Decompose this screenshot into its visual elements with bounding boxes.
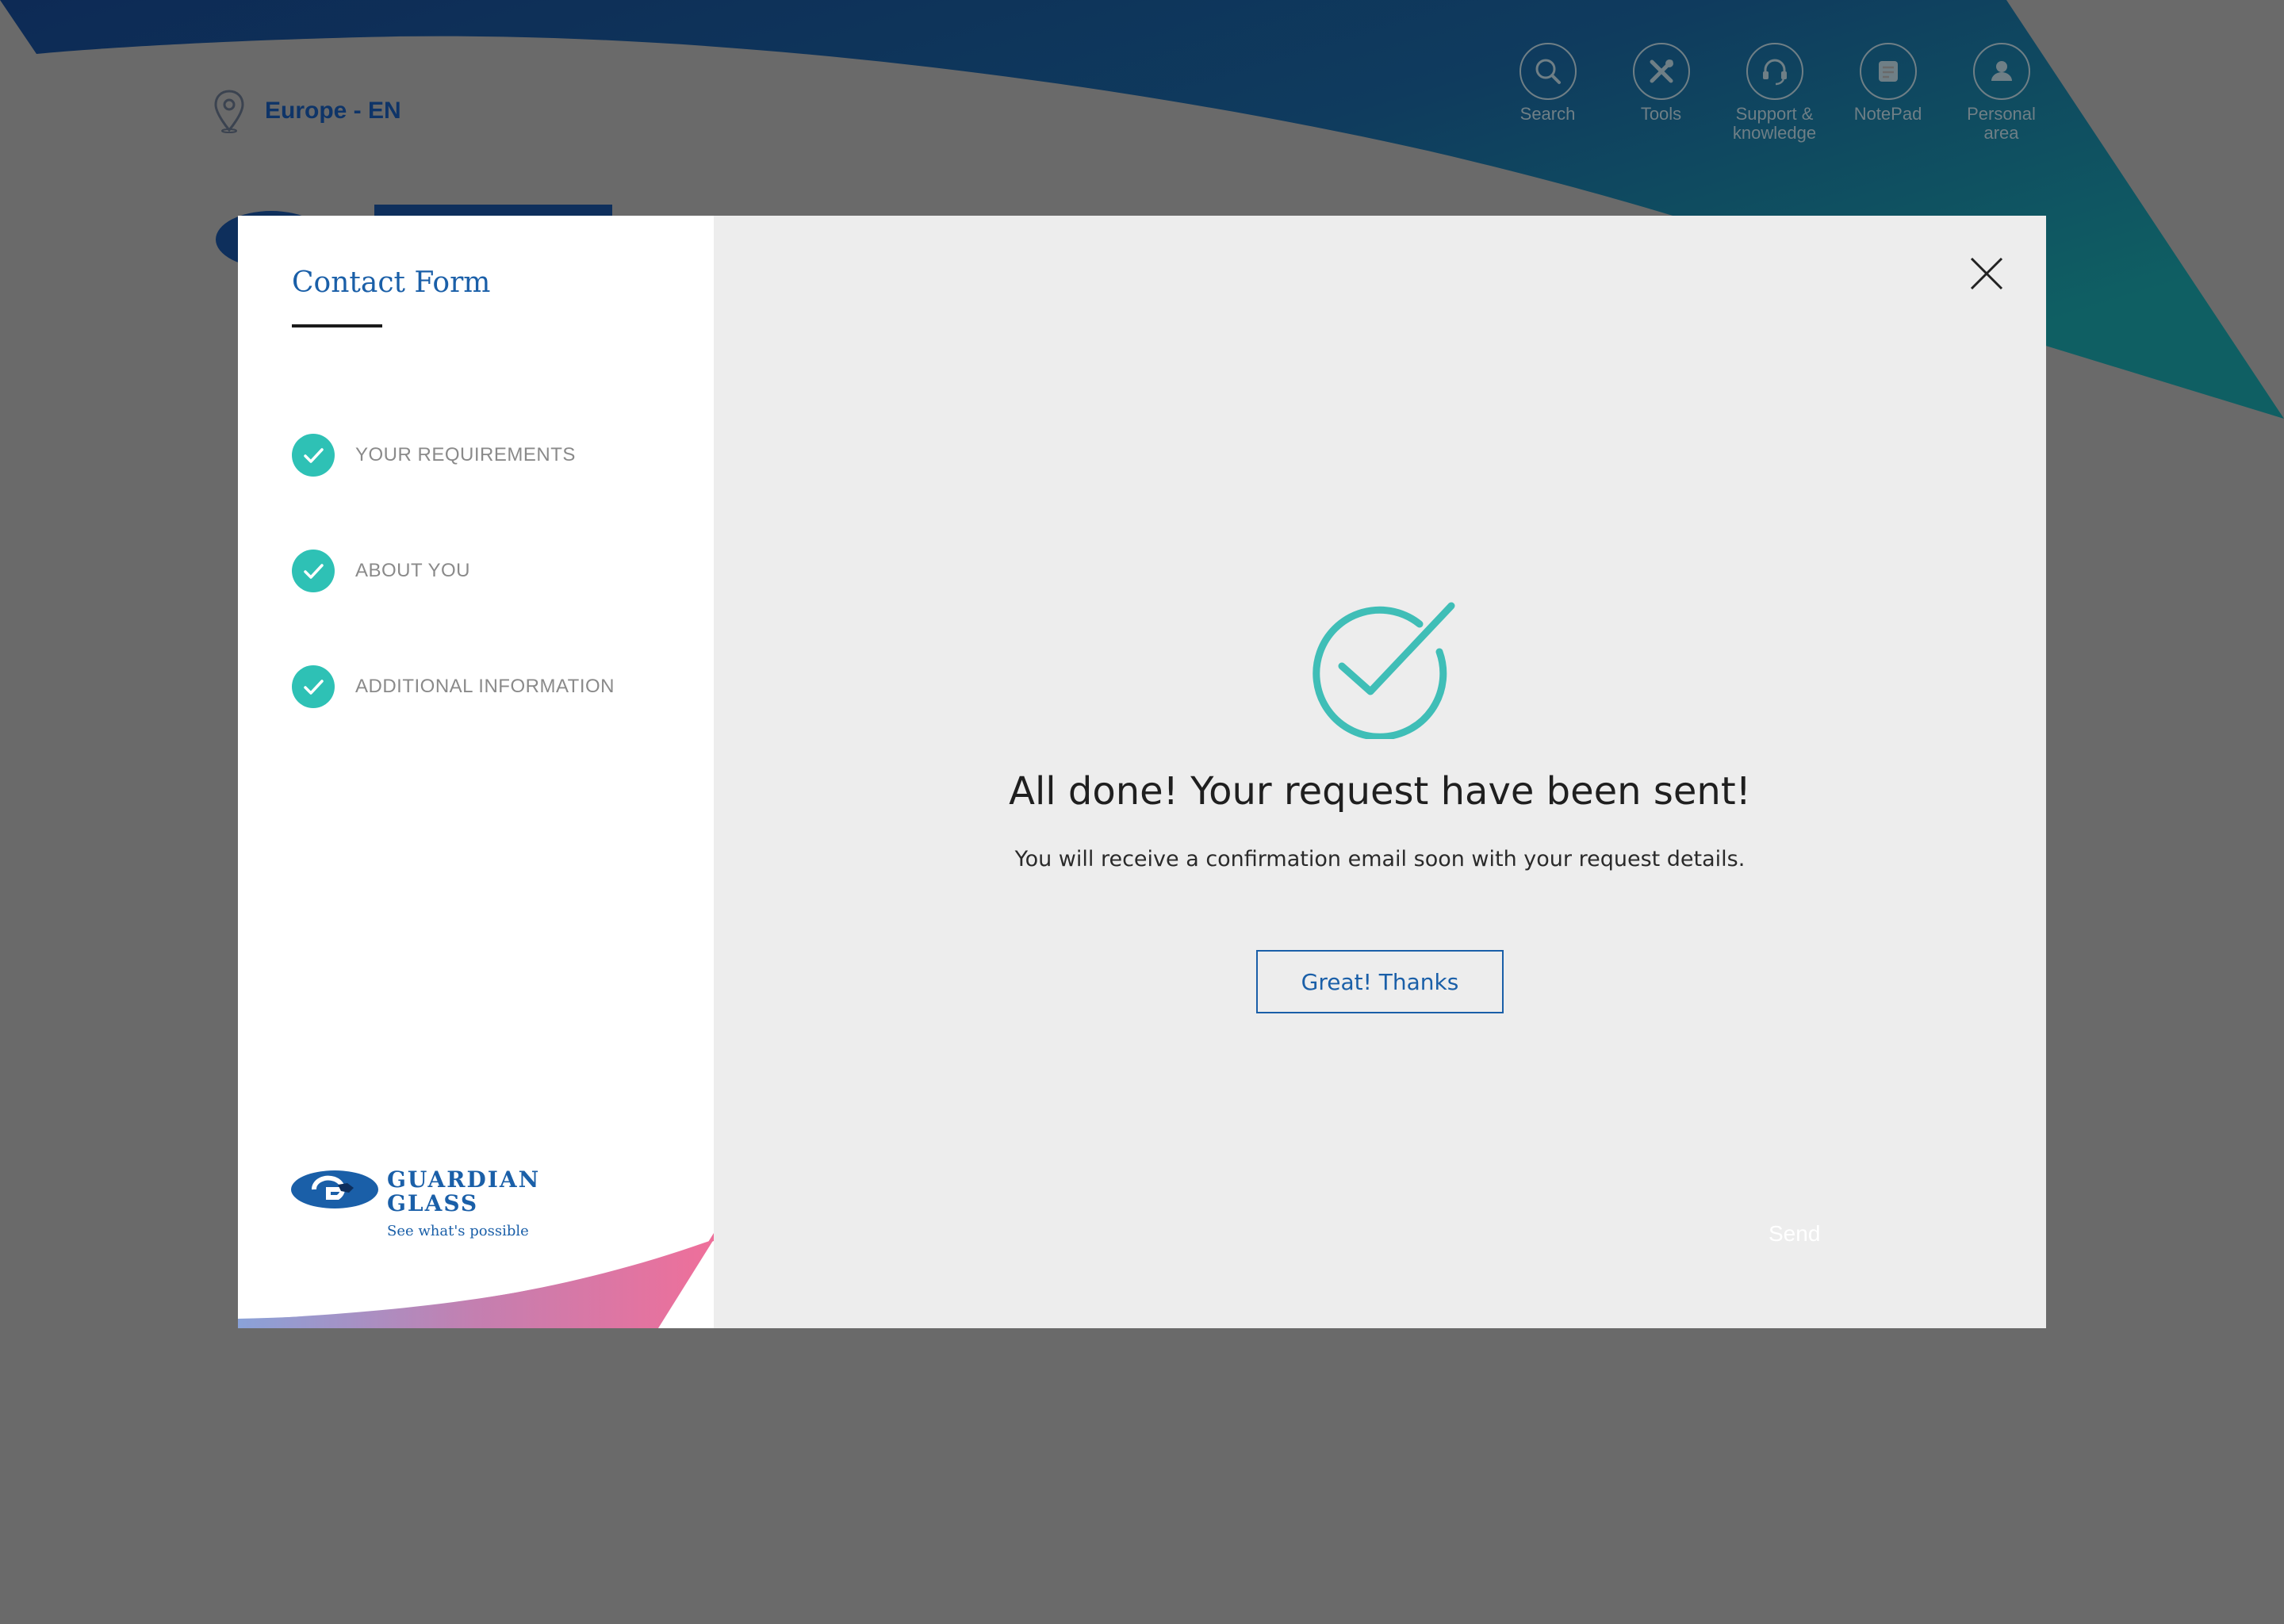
modal-sidebar: Contact Form YOUR REQUIREMENTS ABOUT YOU… bbox=[238, 216, 714, 1328]
decorative-swoosh bbox=[238, 1233, 714, 1328]
nav-personal-area-label: Personal area bbox=[1967, 104, 2036, 143]
notepad-icon bbox=[1878, 61, 1898, 82]
nav-support-label: Support & knowledge bbox=[1732, 104, 1817, 143]
check-circle-icon bbox=[292, 665, 335, 708]
step-label: YOUR REQUIREMENTS bbox=[355, 444, 576, 465]
step-label: ADDITIONAL INFORMATION bbox=[355, 676, 615, 697]
modal-content: All done! Your request have been sent! Y… bbox=[714, 216, 2046, 1328]
check-circle-icon bbox=[292, 550, 335, 592]
title-underline bbox=[292, 324, 382, 327]
success-headline: All done! Your request have been sent! bbox=[1009, 769, 1751, 814]
step-item[interactable]: YOUR REQUIREMENTS bbox=[292, 433, 615, 477]
contact-form-modal: Contact Form YOUR REQUIREMENTS ABOUT YOU… bbox=[238, 216, 2046, 1328]
close-icon[interactable] bbox=[1967, 254, 2006, 293]
success-check-icon bbox=[1313, 602, 1455, 739]
form-title: Contact Form bbox=[292, 266, 491, 299]
nav-search[interactable]: Search bbox=[1491, 43, 1604, 143]
user-icon bbox=[1991, 61, 2012, 81]
step-item[interactable]: ABOUT YOU bbox=[292, 549, 615, 593]
step-list: YOUR REQUIREMENTS ABOUT YOU ADDITIONAL I… bbox=[292, 433, 615, 780]
top-navigation: Search Tools Support & knowledge NotePad… bbox=[1491, 43, 2058, 143]
locale-selector[interactable]: Europe - EN bbox=[213, 89, 401, 133]
tools-icon bbox=[1650, 59, 1673, 83]
nav-personal-area[interactable]: Personal area bbox=[1945, 43, 2058, 143]
great-thanks-button[interactable]: Great! Thanks bbox=[1256, 950, 1504, 1013]
logo-line1: GUARDIAN bbox=[387, 1166, 541, 1193]
step-item[interactable]: ADDITIONAL INFORMATION bbox=[292, 665, 615, 709]
step-label: ABOUT YOU bbox=[355, 560, 470, 581]
search-icon bbox=[1535, 59, 1561, 84]
nav-support[interactable]: Support & knowledge bbox=[1718, 43, 1831, 143]
location-pin-icon bbox=[214, 90, 244, 133]
guardian-glass-logo: GUARDIAN GLASS See what's possible bbox=[290, 1167, 538, 1239]
nav-search-label: Search bbox=[1519, 104, 1576, 124]
locale-label: Europe - EN bbox=[265, 98, 401, 124]
logo-line2: GLASS bbox=[387, 1190, 479, 1216]
check-circle-icon bbox=[292, 434, 335, 477]
nav-tools[interactable]: Tools bbox=[1604, 43, 1718, 143]
headset-icon bbox=[1762, 59, 1787, 86]
nav-notepad[interactable]: NotePad bbox=[1831, 43, 1945, 143]
success-message: You will receive a confirmation email so… bbox=[1014, 847, 1746, 871]
send-button[interactable]: Send bbox=[1769, 1221, 1820, 1247]
nav-notepad-label: NotePad bbox=[1853, 104, 1922, 124]
guardian-g-logo-icon bbox=[291, 1170, 378, 1208]
nav-tools-label: Tools bbox=[1640, 104, 1682, 124]
